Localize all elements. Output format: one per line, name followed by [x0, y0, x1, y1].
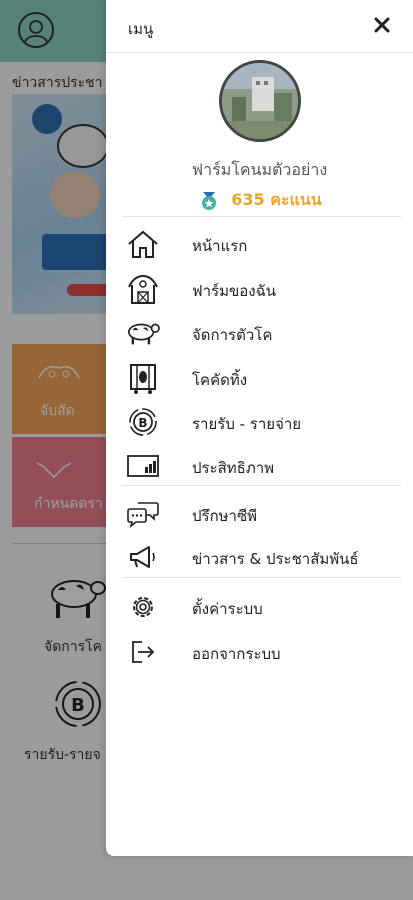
menu-item-home[interactable]: หน้าแรก: [106, 222, 413, 266]
menu-item-culled-cows[interactable]: โคคัดทิ้ง: [106, 356, 413, 400]
menu-label-my-farm: ฟาร์มของฉัน: [192, 282, 277, 300]
menu-item-logout[interactable]: ออกจากระบบ: [106, 630, 413, 674]
close-icon: [374, 17, 390, 33]
menu-label-news: ข่าวสาร & ประชาสัมพันธ์: [192, 550, 359, 568]
svg-text:B: B: [138, 416, 147, 430]
side-menu-drawer: เมนู ฟาร์มโคนมตัวอย่าง 635 คะแนน หน้าแรก…: [106, 0, 413, 856]
farm-name: ฟาร์มโคนมตัวอย่าง: [191, 160, 328, 179]
menu-label-consult: ปรึกษาซีพี: [192, 507, 258, 525]
menu-label-manage-cows: จัดการตัวโค: [192, 326, 273, 344]
gear-icon: [126, 591, 160, 623]
menu-item-manage-cows[interactable]: จัดการตัวโค: [106, 311, 413, 355]
menu-item-my-farm[interactable]: ฟาร์มของฉัน: [106, 267, 413, 311]
drawer-title: เมนู: [128, 20, 154, 38]
medal-icon: [202, 191, 217, 210]
drawer-header: เมนู: [106, 0, 413, 53]
menu-divider: [122, 577, 401, 578]
farm-profile-avatar[interactable]: [219, 60, 301, 142]
chart-icon: [126, 450, 160, 482]
megaphone-icon: [126, 541, 160, 573]
menu-label-home: หน้าแรก: [192, 237, 248, 255]
menu-label-income-expense: รายรับ - รายจ่าย: [192, 415, 302, 433]
points-row: 635 คะแนน: [106, 188, 413, 213]
menu-item-performance[interactable]: ประสิทธิภาพ: [106, 444, 413, 488]
close-button[interactable]: [369, 12, 395, 38]
menu-divider: [122, 485, 401, 486]
logout-icon: [126, 636, 160, 668]
menu-label-logout: ออกจากระบบ: [192, 645, 281, 663]
menu-label-culled-cows: โคคัดทิ้ง: [192, 371, 248, 389]
coin-b-icon: B: [126, 406, 160, 438]
cull-cow-icon: [126, 362, 160, 394]
menu-divider: [122, 216, 401, 217]
menu-item-income-expense[interactable]: B รายรับ - รายจ่าย: [106, 400, 413, 444]
home-icon: [126, 228, 160, 260]
barn-icon: [126, 273, 160, 305]
menu-label-settings: ตั้งค่าระบบ: [192, 600, 263, 618]
menu-item-settings[interactable]: ตั้งค่าระบบ: [106, 585, 413, 629]
menu-item-news[interactable]: ข่าวสาร & ประชาสัมพันธ์: [106, 535, 413, 579]
cow-icon: [126, 317, 160, 349]
points-value: 635 คะแนน: [231, 190, 322, 209]
chat-icon: [126, 498, 160, 530]
menu-label-performance: ประสิทธิภาพ: [192, 459, 275, 477]
menu-item-consult[interactable]: ปรึกษาซีพี: [106, 492, 413, 536]
